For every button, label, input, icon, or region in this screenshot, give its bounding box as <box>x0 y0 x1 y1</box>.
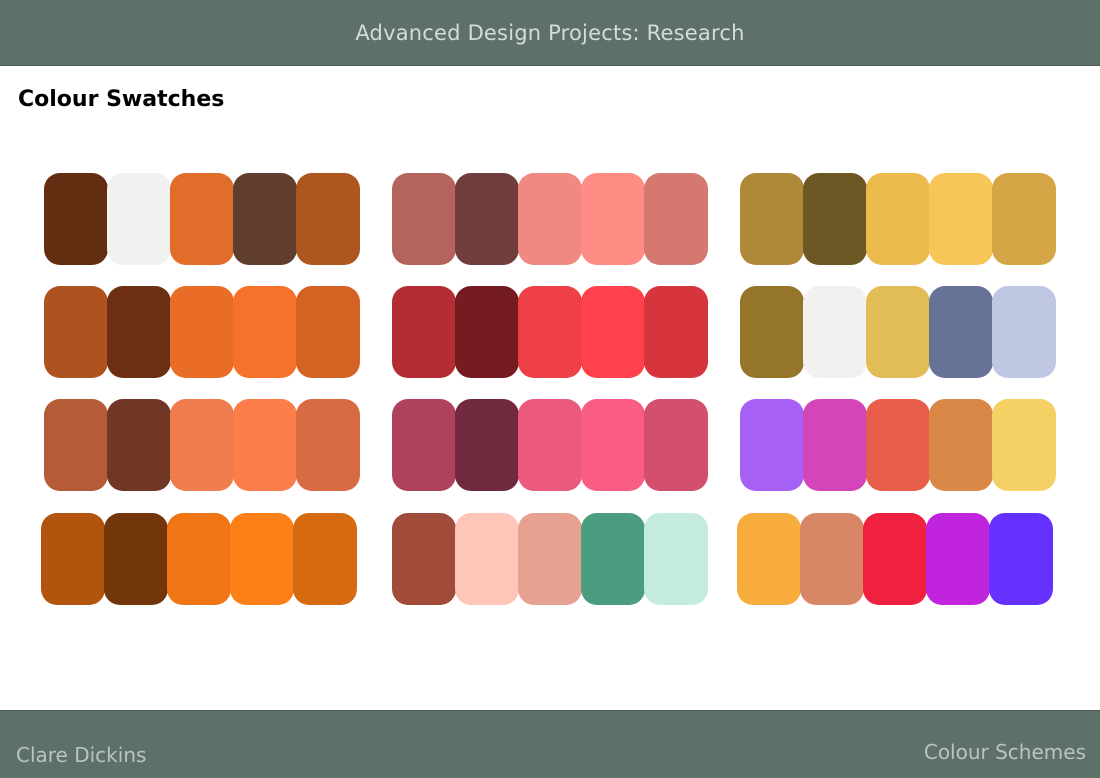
swatch <box>926 513 990 605</box>
swatch <box>293 513 357 605</box>
swatch <box>866 173 930 265</box>
swatch <box>518 513 582 605</box>
swatch <box>44 286 108 378</box>
palette-2 <box>44 286 360 378</box>
swatch <box>989 513 1053 605</box>
palette-3 <box>44 399 360 491</box>
swatch <box>803 286 867 378</box>
swatch <box>581 513 645 605</box>
swatch <box>581 399 645 491</box>
swatch <box>581 286 645 378</box>
palette-11 <box>740 399 1056 491</box>
swatch <box>392 513 456 605</box>
swatch <box>800 513 864 605</box>
swatch <box>581 173 645 265</box>
swatch <box>233 286 297 378</box>
palette-7 <box>392 399 708 491</box>
swatch <box>455 286 519 378</box>
swatch <box>518 173 582 265</box>
palette-9 <box>740 173 1056 265</box>
swatch <box>170 399 234 491</box>
footer-bar: Clare Dickins Colour Schemes <box>0 710 1100 778</box>
swatch <box>518 286 582 378</box>
swatch <box>167 513 231 605</box>
swatch <box>866 399 930 491</box>
swatch <box>455 399 519 491</box>
swatch <box>740 173 804 265</box>
swatch <box>107 173 171 265</box>
swatch <box>392 286 456 378</box>
swatch <box>992 173 1056 265</box>
swatch <box>296 399 360 491</box>
swatch <box>107 399 171 491</box>
palette-12 <box>737 513 1053 605</box>
swatch <box>644 399 708 491</box>
swatch <box>929 399 993 491</box>
swatch <box>740 399 804 491</box>
palette-8 <box>392 513 708 605</box>
swatch <box>233 173 297 265</box>
swatch <box>392 173 456 265</box>
swatch <box>992 286 1056 378</box>
swatch <box>929 173 993 265</box>
swatch <box>455 513 519 605</box>
swatch <box>44 399 108 491</box>
swatch <box>230 513 294 605</box>
swatch <box>170 173 234 265</box>
swatch <box>392 399 456 491</box>
footer-section: Colour Schemes <box>923 740 1086 764</box>
swatch <box>518 399 582 491</box>
swatch <box>44 173 108 265</box>
swatch <box>803 399 867 491</box>
swatch <box>737 513 801 605</box>
swatch <box>644 513 708 605</box>
swatch <box>929 286 993 378</box>
swatch <box>803 173 867 265</box>
swatch <box>170 286 234 378</box>
swatch <box>107 286 171 378</box>
swatch <box>233 399 297 491</box>
swatch <box>644 173 708 265</box>
swatch <box>104 513 168 605</box>
swatch <box>296 286 360 378</box>
palette-4 <box>41 513 357 605</box>
swatch <box>740 286 804 378</box>
swatch <box>992 399 1056 491</box>
footer-author: Clare Dickins <box>16 743 147 767</box>
swatch <box>41 513 105 605</box>
palette-6 <box>392 286 708 378</box>
swatch <box>455 173 519 265</box>
swatch <box>296 173 360 265</box>
swatch-grid <box>0 0 1100 778</box>
swatch <box>644 286 708 378</box>
swatch <box>866 286 930 378</box>
swatch <box>863 513 927 605</box>
palette-5 <box>392 173 708 265</box>
palette-10 <box>740 286 1056 378</box>
palette-1 <box>44 173 360 265</box>
